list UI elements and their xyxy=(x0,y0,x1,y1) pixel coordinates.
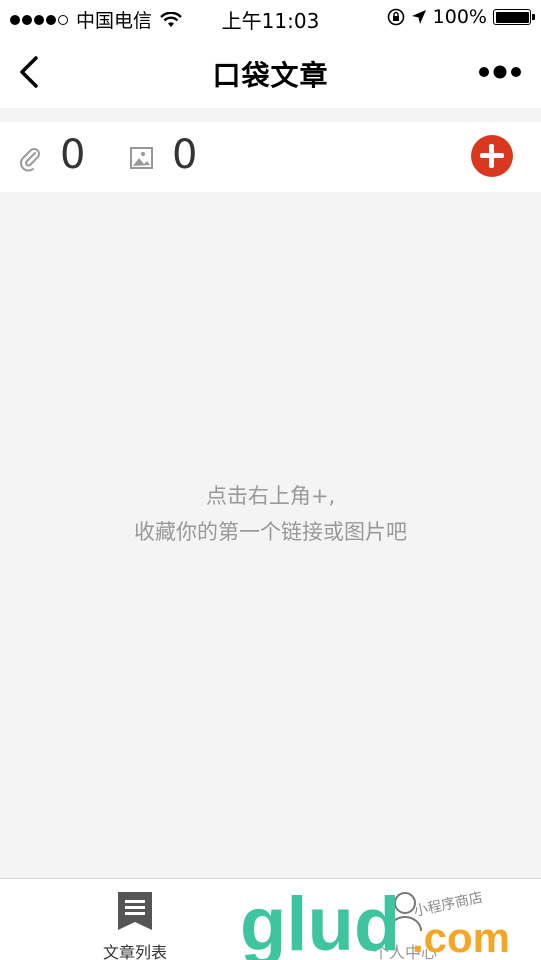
article-list-icon xyxy=(118,892,152,930)
tab-article-list[interactable]: 文章列表 xyxy=(65,889,205,960)
watermark-logo: glud .com 小程序商店 xyxy=(240,882,510,960)
empty-state-message: 点击右上角+, 收藏你的第一个链接或图片吧 xyxy=(0,478,541,550)
watermark-text-com: .com xyxy=(412,914,510,960)
location-arrow-icon xyxy=(411,10,426,24)
images-counter: 0 xyxy=(128,132,197,178)
links-counter: 0 xyxy=(16,132,85,178)
page-title: 口袋文章 xyxy=(212,59,329,92)
battery-icon xyxy=(493,9,535,25)
empty-state-line-2: 收藏你的第一个链接或图片吧 xyxy=(134,520,407,544)
paperclip-icon xyxy=(20,148,40,172)
add-button[interactable] xyxy=(471,135,513,177)
more-dots-icon xyxy=(479,65,521,79)
more-button[interactable] xyxy=(475,58,525,86)
status-bar: 中国电信 上午11:03 100% xyxy=(0,0,541,36)
status-right: 100% xyxy=(381,6,535,28)
image-icon xyxy=(130,147,153,169)
app-screen: 中国电信 上午11:03 100% 口袋文章 0 0 点击右上角+, 收藏你的第… xyxy=(0,0,541,960)
tab-article-list-label: 文章列表 xyxy=(102,943,167,960)
links-count: 0 xyxy=(60,132,86,178)
empty-state-line-1: 点击右上角+, xyxy=(205,484,336,508)
battery-level-fill xyxy=(495,11,529,23)
navigation-bar: 口袋文章 xyxy=(0,36,541,108)
rotation-lock-icon xyxy=(387,8,404,26)
battery-percent: 100% xyxy=(432,6,487,28)
images-count: 0 xyxy=(172,132,198,178)
watermark-text-glud: glud xyxy=(240,882,400,960)
counter-bar: 0 0 xyxy=(0,122,541,192)
